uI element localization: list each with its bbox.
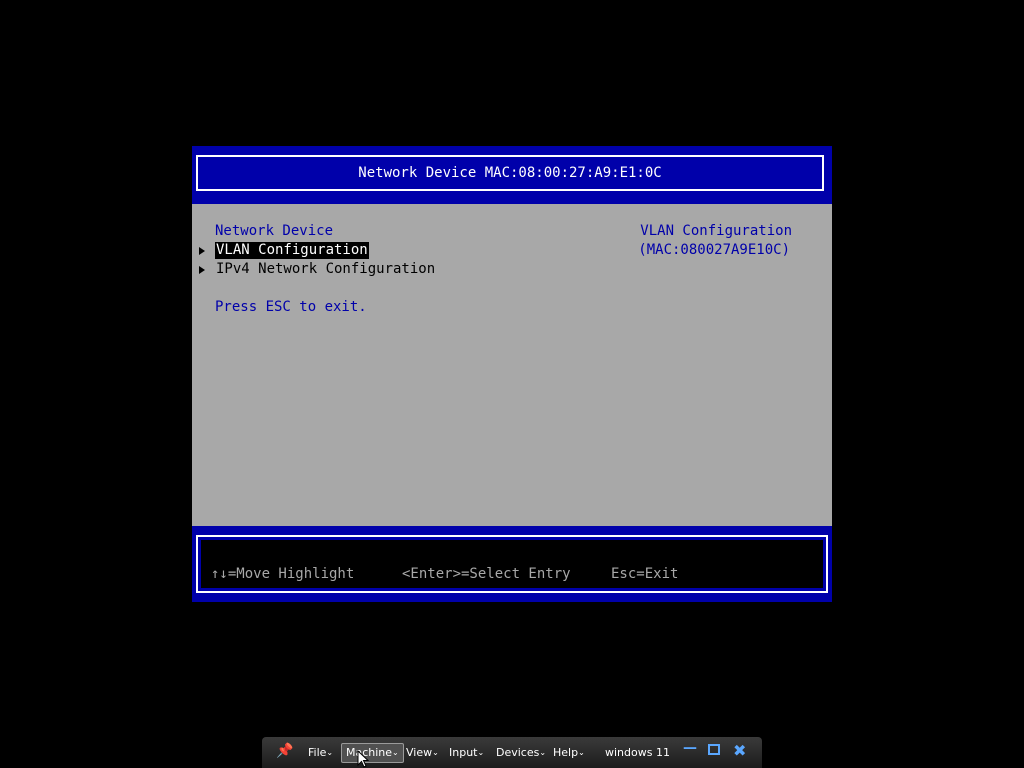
vm-mini-toolbar: 📌 File Machine View Input Devices Help w… (262, 737, 762, 768)
title-box: Network Device MAC:08:00:27:A9:E1:0C (196, 155, 824, 191)
menu-help[interactable]: Help (553, 745, 585, 761)
help-panel-title: VLAN Configuration (640, 223, 792, 239)
move-highlight-hint: ↑↓=Move Highlight (211, 566, 355, 582)
pin-icon[interactable]: 📌 (276, 743, 293, 759)
menu-file[interactable]: File (308, 745, 333, 761)
menu-item-vlan-configuration[interactable]: VLAN Configuration (199, 241, 369, 260)
restore-icon[interactable] (708, 744, 720, 755)
mouse-cursor-icon (357, 750, 369, 768)
menu-view[interactable]: View (406, 745, 439, 761)
close-icon[interactable]: ✖ (733, 742, 746, 760)
menu-item-label: IPv4 Network Configuration (216, 261, 436, 277)
submenu-arrow-icon (199, 246, 205, 255)
esc-exit-hint: Esc=Exit (611, 566, 679, 582)
footer-band: ↑↓=Move Highlight <Enter>=Select Entry E… (192, 526, 832, 602)
key-help-bar: ↑↓=Move Highlight <Enter>=Select Entry E… (201, 540, 823, 588)
section-heading: Network Device (215, 223, 334, 239)
menu-item-ipv4-network-configuration[interactable]: IPv4 Network Configuration (199, 260, 436, 279)
minimize-icon[interactable]: — (683, 740, 697, 756)
page-title: Network Device MAC:08:00:27:A9:E1:0C (358, 165, 662, 181)
bios-setup-window: Network Device MAC:08:00:27:A9:E1:0C Net… (192, 146, 832, 602)
menu-machine[interactable]: Machine (341, 743, 404, 763)
vm-name: windows 11 (605, 746, 670, 759)
footer-box: ↑↓=Move Highlight <Enter>=Select Entry E… (196, 535, 828, 593)
menu-devices[interactable]: Devices (496, 745, 546, 761)
select-entry-hint: <Enter>=Select Entry (402, 566, 571, 582)
menu-item-label: VLAN Configuration (215, 242, 369, 259)
help-panel-mac: (MAC:080027A9E10C) (638, 242, 790, 258)
menu-input[interactable]: Input (449, 745, 484, 761)
title-band: Network Device MAC:08:00:27:A9:E1:0C (192, 146, 832, 204)
submenu-arrow-icon (199, 265, 205, 274)
exit-hint: Press ESC to exit. (215, 299, 367, 315)
main-panel: Network Device VLAN Configuration IPv4 N… (192, 204, 832, 526)
